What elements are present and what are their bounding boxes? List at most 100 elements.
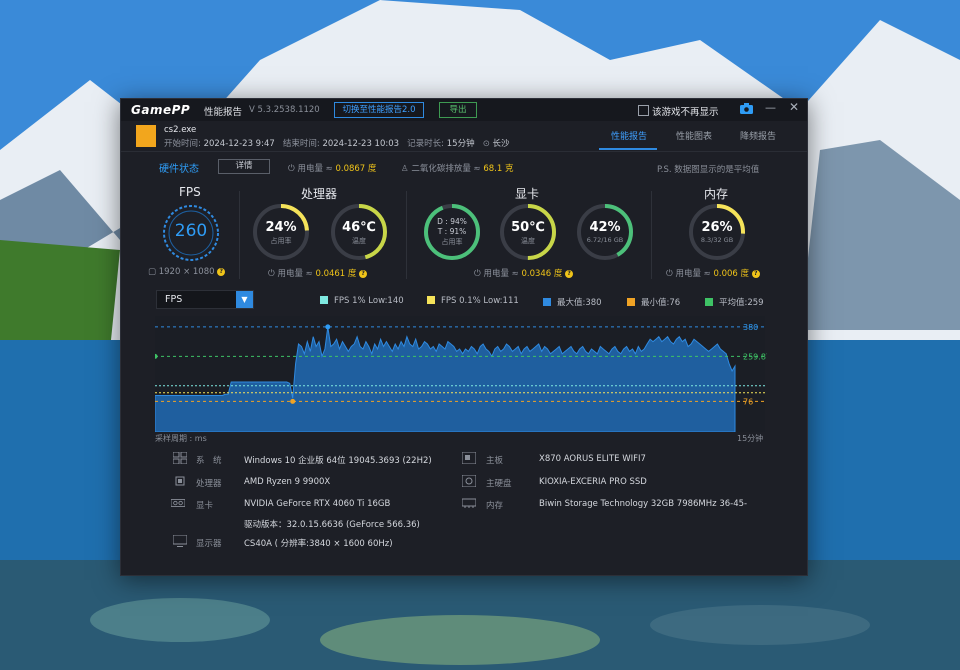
legend-item: 平均值:259 <box>705 296 764 308</box>
camera-icon[interactable] <box>740 103 753 114</box>
gpu-temp-label: 温度 <box>521 237 535 245</box>
metric-dropdown-value: FPS <box>165 294 183 305</box>
cpu-temp-gauge: 46℃ 温度 <box>330 203 388 261</box>
legend-swatch <box>320 296 328 304</box>
gpu-usage-label: 占用率 <box>441 238 463 246</box>
cpu-usage-value: 24% <box>265 220 297 235</box>
cpu-power-label: 用电量 ≈ <box>277 269 313 279</box>
cpu-power-value: 0.0461 度 <box>315 269 357 279</box>
power-icon: ⏻ <box>666 269 673 279</box>
legend-label: 平均值:259 <box>719 298 764 308</box>
detail-button[interactable]: 详情 <box>218 159 270 174</box>
windows-icon <box>173 452 187 464</box>
gpu-temp-gauge: 50℃ 温度 <box>499 203 557 261</box>
x-axis-end-label: 15分钟 <box>737 434 764 443</box>
legend-swatch <box>543 298 551 306</box>
monitor-small-icon: ▢ <box>148 267 157 277</box>
tab-throttle-report[interactable]: 降频报告 <box>740 129 776 142</box>
motherboard-value: X870 AORUS ELITE WIFI7 <box>539 454 646 464</box>
cpu-usage-gauge: 24% 占用率 <box>252 203 310 261</box>
gpu-vram-sub: 6.72/16 GB <box>586 236 624 244</box>
help-icon[interactable]: ? <box>359 269 368 278</box>
minimize-button[interactable]: — <box>765 101 776 114</box>
cpu-usage-label: 占用率 <box>270 237 292 245</box>
legend-item: 最大值:380 <box>543 296 602 308</box>
power-icon: ⏻ <box>288 164 295 174</box>
power-label: 用电量 ≈ <box>297 164 333 174</box>
memory-power-note: ⏻ 用电量 ≈ 0.006 度 ? <box>666 267 760 279</box>
help-icon[interactable]: ? <box>217 267 226 276</box>
window-title: 性能报告 <box>204 107 243 118</box>
duration-label: 记录时长: <box>407 139 445 149</box>
app-logo: GamePP <box>131 103 191 117</box>
help-icon[interactable]: ? <box>565 269 574 278</box>
ram-label: 内存 <box>486 501 504 511</box>
disk-icon <box>462 475 476 487</box>
driver-value: 驱动版本：32.0.15.6636 (GeForce 566.36) <box>244 520 420 530</box>
metric-dropdown[interactable]: FPS ▼ <box>156 290 254 309</box>
divider <box>121 151 807 152</box>
cpu-icon <box>175 476 185 486</box>
os-label: 系 统 <box>196 456 222 466</box>
min-marker <box>290 398 296 404</box>
memory-usage-gauge: 26% 8.3/32 GB <box>688 203 746 261</box>
legend-swatch <box>705 298 713 306</box>
max-label: 380 <box>743 323 758 332</box>
gpu-vram-gauge: 42% 6.72/16 GB <box>576 203 634 261</box>
active-tab-indicator <box>599 148 657 150</box>
fps-title: FPS <box>179 185 201 199</box>
fps-chart: 380 259.87 76 <box>155 316 767 432</box>
power-icon: ⏻ <box>474 269 481 279</box>
memory-power-value: 0.006 度 <box>713 269 750 279</box>
switch-report-button[interactable]: 切换至性能报告2.0 <box>334 102 424 118</box>
no-show-checkbox[interactable] <box>638 105 649 116</box>
gpu-usage-gauge: D : 94% T : 91% 占用率 <box>423 203 481 261</box>
tab-performance-report[interactable]: 性能报告 <box>611 129 647 142</box>
title-bar: GamePP 性能报告 V 5.3.2538.1120 切换至性能报告2.0 导… <box>121 99 807 121</box>
legend-item: FPS 0.1% Low:111 <box>427 296 519 306</box>
fps-gauge: 260 <box>161 203 221 263</box>
location: 长沙 <box>492 139 510 149</box>
end-label: 结束时间: <box>282 139 320 149</box>
cpu-temp-value: 46℃ <box>342 220 376 235</box>
co2-icon: ♙ <box>401 164 409 174</box>
memory-power-label: 用电量 ≈ <box>675 269 711 279</box>
game-name: cs2.exe <box>164 125 197 135</box>
duration: 15分钟 <box>446 139 475 149</box>
max-marker <box>325 324 331 330</box>
gamepp-report-window: GamePP 性能报告 V 5.3.2538.1120 切换至性能报告2.0 导… <box>120 98 808 576</box>
monitor-label: 显示器 <box>196 539 222 549</box>
legend-label: FPS 0.1% Low:111 <box>441 296 519 306</box>
cpu-power-note: ⏻ 用电量 ≈ 0.0461 度 ? <box>268 267 368 279</box>
gpu-title: 显卡 <box>515 187 540 201</box>
gpu-power-note: ⏻ 用电量 ≈ 0.0346 度 ? <box>474 267 574 279</box>
gpu-temp-value: 50℃ <box>511 220 545 235</box>
ps-note: P.S. 数据图显示的是平均值 <box>657 165 760 175</box>
resolution: 1920 × 1080 <box>158 267 215 277</box>
end-time: 2024-12-23 10:03 <box>322 139 400 149</box>
ram-icon <box>462 498 476 508</box>
tab-performance-chart[interactable]: 性能图表 <box>676 129 712 142</box>
total-power: ⏻ 用电量 ≈ 0.0867 度 <box>288 162 376 174</box>
gpu-power-label: 用电量 ≈ <box>483 269 519 279</box>
memory-title: 内存 <box>704 187 729 201</box>
power-icon: ⏻ <box>268 269 275 279</box>
legend-swatch <box>627 298 635 306</box>
monitor-icon <box>173 535 187 547</box>
help-icon[interactable]: ? <box>751 269 760 278</box>
disk-value: KIOXIA-EXCERIA PRO SSD <box>539 477 647 487</box>
legend-item: FPS 1% Low:140 <box>320 296 404 306</box>
chevron-down-icon[interactable]: ▼ <box>236 291 253 308</box>
memory-usage-sub: 8.3/32 GB <box>700 236 734 244</box>
gpu-power-value: 0.0346 度 <box>521 269 563 279</box>
co2-value: 68.1 克 <box>483 164 514 174</box>
gpu-vram-value: 42% <box>589 220 621 235</box>
close-button[interactable]: ✕ <box>789 100 799 114</box>
export-button[interactable]: 导出 <box>439 102 477 118</box>
cpu-title: 处理器 <box>301 187 338 201</box>
hardware-state-label: 硬件状态 <box>159 164 199 175</box>
start-label: 开始时间: <box>164 139 201 149</box>
legend-swatch <box>427 296 435 304</box>
gpu-t-usage: T : 91% <box>437 227 467 236</box>
gpu-icon <box>171 499 185 507</box>
